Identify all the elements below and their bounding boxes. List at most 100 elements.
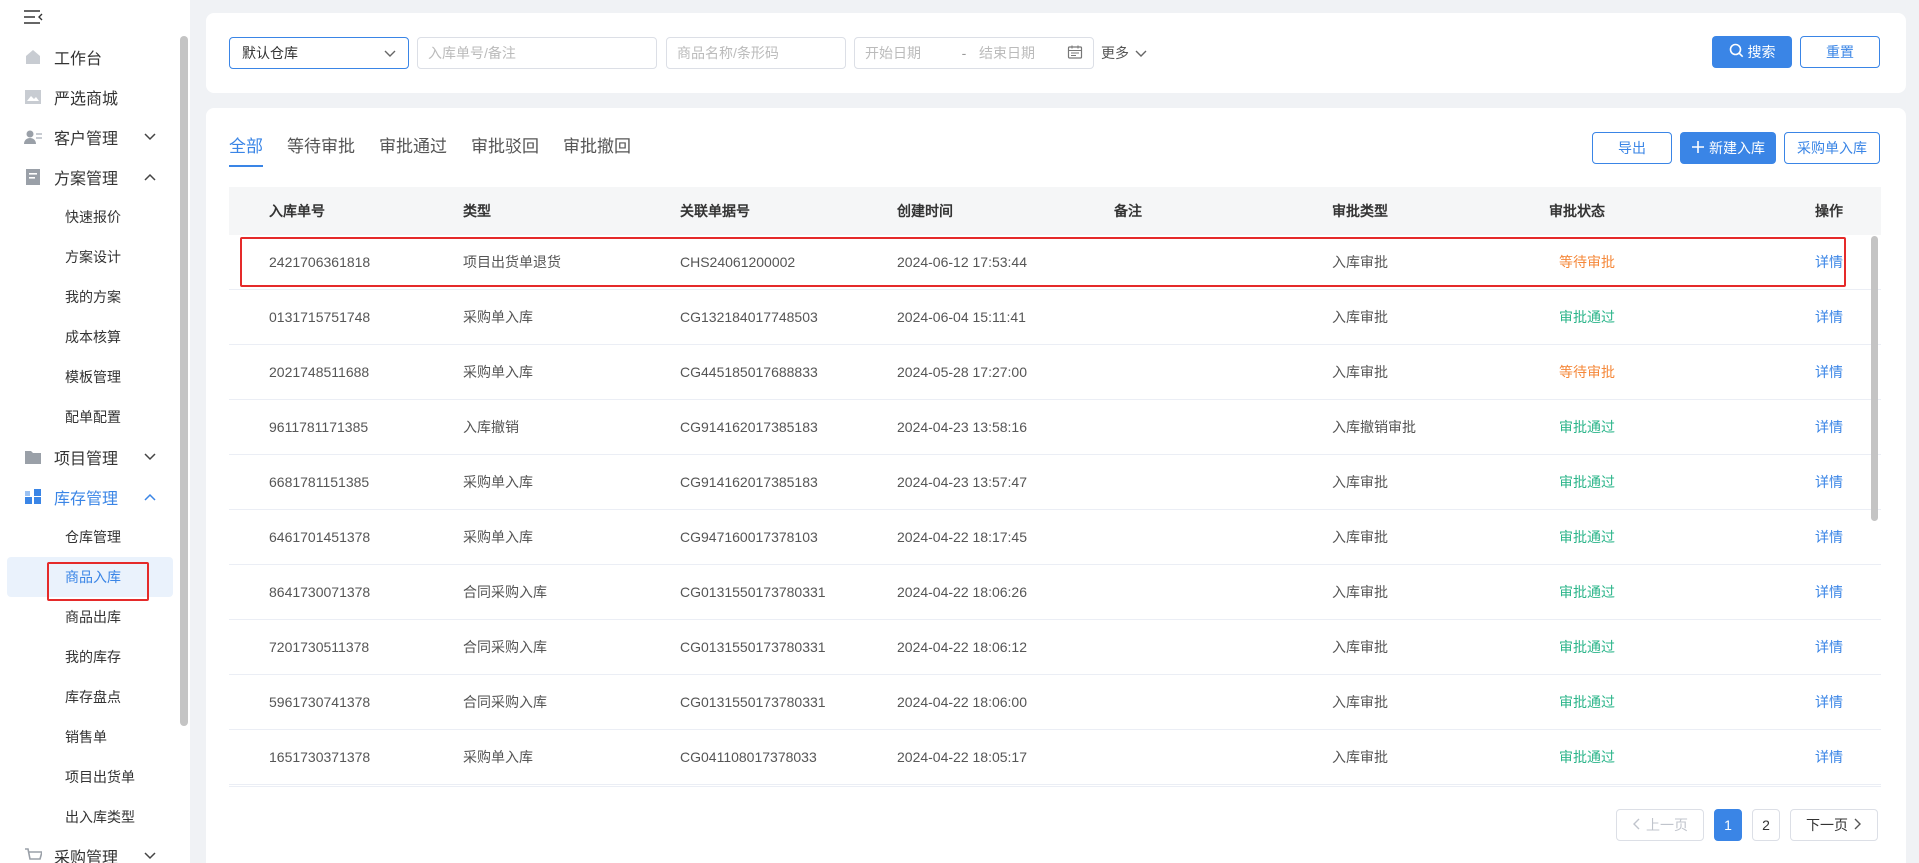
table-cell-approval-type: 入库审批 bbox=[1332, 309, 1388, 325]
order-search-input[interactable]: 入库单号/备注 bbox=[417, 37, 657, 69]
sidebar-subitem-quick-quote[interactable]: 快速报价 bbox=[0, 197, 175, 237]
prev-page-button[interactable]: 上一页 bbox=[1616, 809, 1704, 841]
tab-pending[interactable]: 等待审批 bbox=[287, 132, 355, 167]
page-1-button[interactable]: 1 bbox=[1714, 809, 1742, 841]
tab-withdrawn[interactable]: 审批撤回 bbox=[563, 132, 631, 167]
detail-link[interactable]: 详情 bbox=[1766, 747, 1881, 767]
sidebar-subitem-my-inventory[interactable]: 我的库存 bbox=[0, 637, 175, 677]
table-scrollbar[interactable] bbox=[1871, 236, 1878, 521]
sidebar-subitem-goods-inbound[interactable]: 商品入库 bbox=[7, 557, 173, 597]
export-button[interactable]: 导出 bbox=[1592, 132, 1672, 164]
product-search-input[interactable]: 商品名称/条形码 bbox=[666, 37, 846, 69]
sidebar-item-label: 客户管理 bbox=[54, 131, 119, 148]
table-row: 9611781171385 入库撤销 CG914162017385183 2024-0… bbox=[229, 400, 1881, 455]
sidebar-item-workbench[interactable]: 工作台 bbox=[0, 37, 175, 77]
sidebar-scrollbar[interactable] bbox=[180, 36, 188, 726]
menu-collapse-icon[interactable] bbox=[22, 8, 44, 28]
detail-link[interactable]: 详情 bbox=[1766, 637, 1881, 657]
table-cell-time: 2024-04-22 18:06:26 bbox=[897, 584, 1027, 600]
sidebar-subitem-template-management[interactable]: 模板管理 bbox=[0, 357, 175, 397]
table-cell-ref: CG445185017688833 bbox=[680, 364, 818, 380]
detail-link-label[interactable]: 详情 bbox=[1815, 364, 1843, 380]
tab-approved[interactable]: 审批通过 bbox=[379, 132, 447, 167]
next-page-button[interactable]: 下一页 bbox=[1790, 809, 1878, 841]
image-icon bbox=[24, 88, 42, 106]
status-tabs: 全部 等待审批 审批通过 审批驳回 审批撤回 bbox=[229, 132, 631, 167]
sidebar-subitem-inout-types[interactable]: 出入库类型 bbox=[0, 797, 175, 837]
start-date-placeholder: 开始日期 bbox=[865, 45, 921, 61]
reset-button[interactable]: 重置 bbox=[1800, 36, 1880, 68]
table-cell-approval-type: 入库审批 bbox=[1332, 584, 1388, 600]
detail-link[interactable]: 详情 bbox=[1766, 362, 1881, 382]
table-cell-ref: CG041108017378033 bbox=[680, 749, 817, 765]
detail-link-label[interactable]: 详情 bbox=[1815, 474, 1843, 490]
status-badge: 审批通过 bbox=[1559, 694, 1615, 710]
sidebar-subitem-stocktaking[interactable]: 库存盘点 bbox=[0, 677, 175, 717]
detail-link-label[interactable]: 详情 bbox=[1815, 639, 1843, 655]
detail-link-label[interactable]: 详情 bbox=[1815, 694, 1843, 710]
sidebar-item-mall[interactable]: 严选商城 bbox=[0, 77, 175, 117]
detail-link[interactable]: 详情 bbox=[1766, 582, 1881, 602]
sidebar-item-customers[interactable]: 客户管理 bbox=[0, 117, 175, 157]
detail-link-label[interactable]: 详情 bbox=[1815, 749, 1843, 765]
table-cell-time: 2024-04-22 18:05:17 bbox=[897, 749, 1027, 765]
sidebar-item-label: 严选商城 bbox=[54, 91, 119, 108]
purchase-inbound-button[interactable]: 采购单入库 bbox=[1784, 132, 1880, 164]
detail-link-label[interactable]: 详情 bbox=[1815, 254, 1843, 270]
search-button[interactable]: 搜索 bbox=[1712, 36, 1792, 68]
table-cell-time: 2024-04-22 18:06:00 bbox=[897, 694, 1027, 710]
sidebar-item-purchasing[interactable]: 采购管理 bbox=[0, 836, 175, 863]
chevron-right-icon bbox=[1854, 817, 1862, 833]
chevron-down-icon bbox=[384, 45, 396, 61]
table-cell-type: 合同采购入库 bbox=[463, 584, 547, 600]
sidebar-subitem-goods-outbound[interactable]: 商品出库 bbox=[0, 597, 175, 637]
sidebar-subitem-my-plans[interactable]: 我的方案 bbox=[0, 277, 175, 317]
detail-link[interactable]: 详情 bbox=[1766, 527, 1881, 547]
sidebar-item-inventory[interactable]: 库存管理 bbox=[0, 477, 175, 517]
table-cell-type: 采购单入库 bbox=[463, 309, 533, 325]
new-inbound-button[interactable]: 新建入库 bbox=[1680, 132, 1776, 164]
detail-link-label[interactable]: 详情 bbox=[1815, 529, 1843, 545]
sidebar-subitem-project-shipment[interactable]: 项目出货单 bbox=[0, 757, 175, 797]
tab-rejected[interactable]: 审批驳回 bbox=[471, 132, 539, 167]
sidebar-subitem-warehouse-management[interactable]: 仓库管理 bbox=[0, 517, 175, 557]
sidebar-subitem-cost-accounting[interactable]: 成本核算 bbox=[0, 317, 175, 357]
page-2-button[interactable]: 2 bbox=[1752, 809, 1780, 841]
sidebar-item-projects[interactable]: 项目管理 bbox=[0, 437, 175, 477]
table-cell-id: 5961730741378 bbox=[269, 694, 371, 710]
detail-link[interactable]: 详情 bbox=[1766, 252, 1881, 272]
status-badge: 等待审批 bbox=[1559, 364, 1615, 380]
column-header: 创建时间 bbox=[897, 203, 953, 219]
table-cell-ref: CG0131550173780331 bbox=[680, 694, 826, 710]
detail-link[interactable]: 详情 bbox=[1766, 472, 1881, 492]
table-cell-id: 2021748511688 bbox=[269, 364, 370, 380]
detail-link-label[interactable]: 详情 bbox=[1815, 584, 1843, 600]
status-badge: 审批通过 bbox=[1559, 584, 1615, 600]
table-cell-ref: CG0131550173780331 bbox=[680, 584, 826, 600]
sidebar-subitem-plan-design[interactable]: 方案设计 bbox=[0, 237, 175, 277]
user-card-icon bbox=[24, 128, 42, 146]
detail-link[interactable]: 详情 bbox=[1766, 692, 1881, 712]
blocks-icon bbox=[24, 488, 42, 506]
warehouse-select[interactable]: 默认仓库 bbox=[229, 37, 409, 69]
chevron-up-icon bbox=[143, 170, 157, 184]
sidebar-subitem-order-config[interactable]: 配单配置 bbox=[0, 397, 175, 437]
column-header: 类型 bbox=[463, 203, 491, 219]
sidebar-subitem-sales-order[interactable]: 销售单 bbox=[0, 717, 175, 757]
detail-link-label[interactable]: 详情 bbox=[1815, 419, 1843, 435]
column-header: 审批状态 bbox=[1549, 203, 1605, 219]
table-cell-id: 8641730071378 bbox=[269, 584, 371, 600]
date-range-picker[interactable]: 开始日期 - 结束日期 bbox=[854, 37, 1094, 69]
table-row: 1651730371378 采购单入库 CG041108017378033 2024-… bbox=[229, 730, 1881, 785]
detail-link[interactable]: 详情 bbox=[1766, 417, 1881, 437]
column-header: 审批类型 bbox=[1332, 203, 1388, 219]
table-cell-ref: CG132184017748503 bbox=[680, 309, 818, 325]
column-header: 入库单号 bbox=[269, 203, 325, 219]
more-filters-toggle[interactable]: 更多 bbox=[1101, 43, 1147, 63]
detail-link-label[interactable]: 详情 bbox=[1815, 309, 1843, 325]
sidebar-item-plans[interactable]: 方案管理 bbox=[0, 157, 175, 197]
column-header: 备注 bbox=[1114, 203, 1142, 219]
next-page-label: 下一页 bbox=[1806, 817, 1848, 833]
detail-link[interactable]: 详情 bbox=[1766, 307, 1881, 327]
tab-all[interactable]: 全部 bbox=[229, 132, 263, 167]
